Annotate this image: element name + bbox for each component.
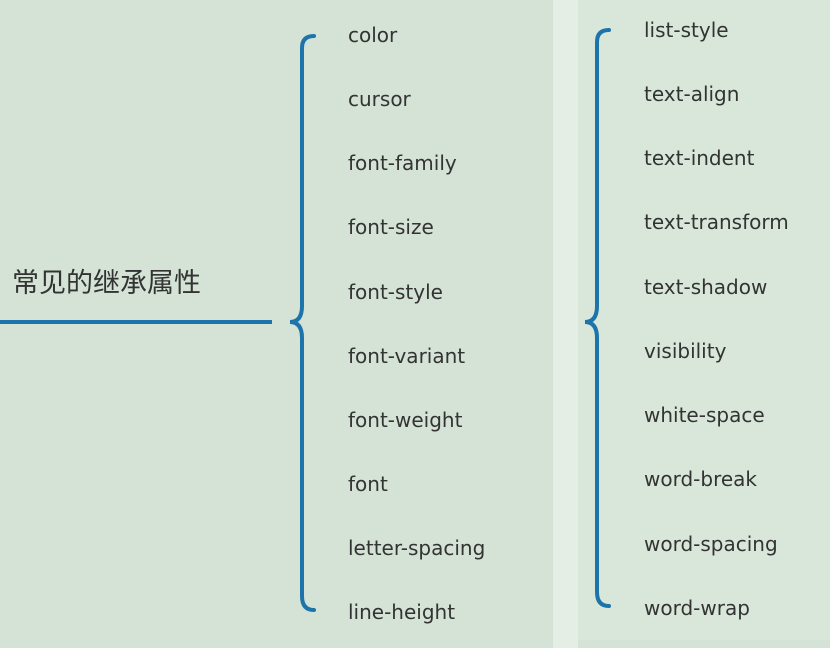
property-item: font-weight bbox=[348, 408, 463, 432]
property-item: font-family bbox=[348, 151, 457, 175]
left-brace bbox=[289, 34, 316, 612]
property-item: letter-spacing bbox=[348, 536, 486, 560]
property-item: font-size bbox=[348, 215, 434, 239]
property-item: list-style bbox=[644, 18, 729, 42]
mind-map-canvas: 常见的继承属性 color cursor font-family font-si… bbox=[0, 0, 830, 648]
property-item: line-height bbox=[348, 600, 456, 624]
property-item: word-wrap bbox=[644, 596, 750, 620]
property-item: visibility bbox=[644, 339, 727, 363]
property-item: text-transform bbox=[644, 210, 789, 234]
right-brace bbox=[584, 28, 611, 608]
property-item: font-variant bbox=[348, 344, 466, 368]
property-item: white-space bbox=[644, 403, 765, 427]
property-item: font-style bbox=[348, 280, 443, 304]
property-item: text-indent bbox=[644, 146, 755, 170]
property-item: word-spacing bbox=[644, 532, 778, 556]
property-item: word-break bbox=[644, 467, 757, 491]
property-item: text-align bbox=[644, 82, 740, 106]
property-item: cursor bbox=[348, 87, 411, 111]
property-item: text-shadow bbox=[644, 275, 768, 299]
property-item: font bbox=[348, 472, 388, 496]
property-item: color bbox=[348, 23, 398, 47]
